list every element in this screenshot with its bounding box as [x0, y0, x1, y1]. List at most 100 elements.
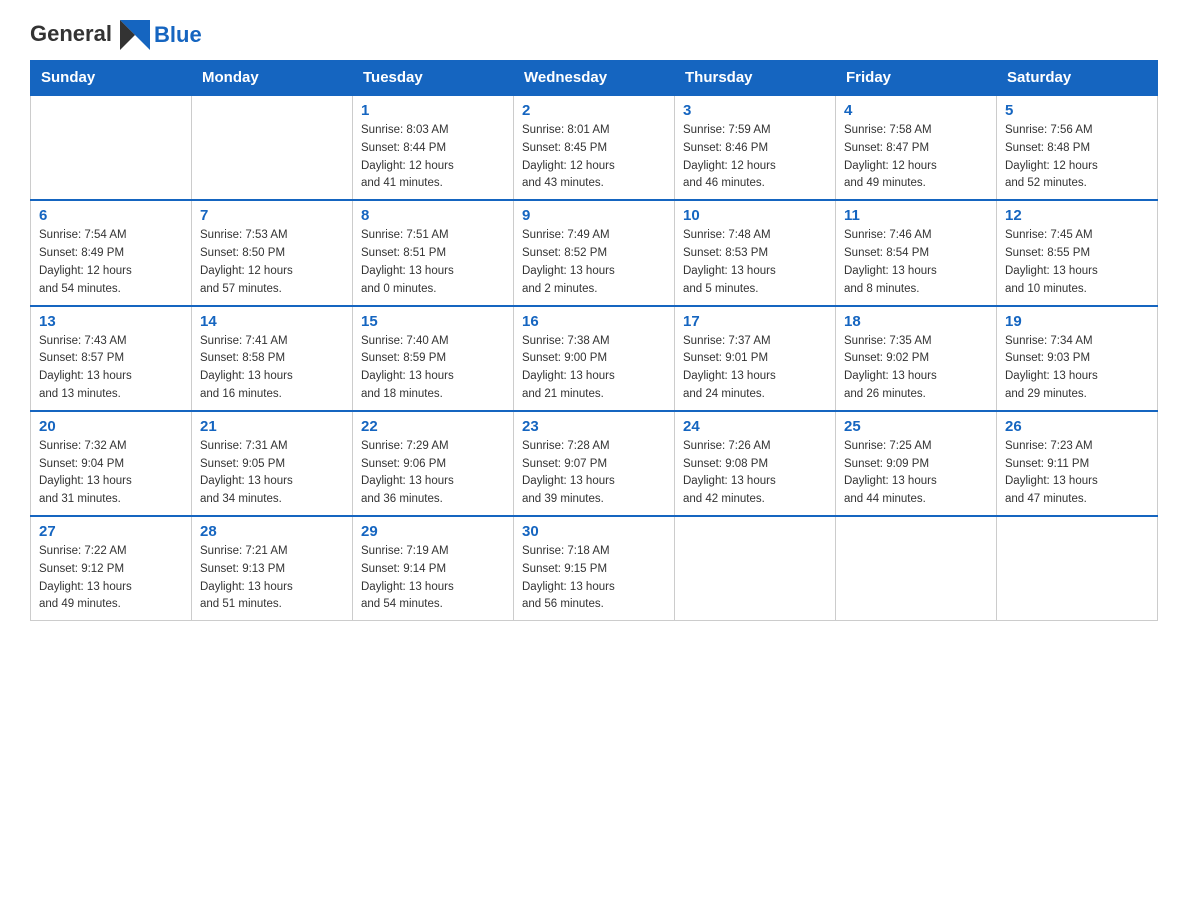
day-info: Sunrise: 7:22 AM Sunset: 9:12 PM Dayligh…	[39, 543, 183, 614]
day-number: 23	[522, 418, 666, 435]
day-number: 26	[1005, 418, 1149, 435]
weekday-header-saturday: Saturday	[997, 61, 1158, 96]
day-number: 16	[522, 313, 666, 330]
day-number: 12	[1005, 207, 1149, 224]
calendar-cell: 24 Sunrise: 7:26 AM Sunset: 9:08 PM Dayli…	[675, 411, 836, 516]
day-info: Sunrise: 7:26 AM Sunset: 9:08 PM Dayligh…	[683, 438, 827, 509]
day-info: Sunrise: 7:56 AM Sunset: 8:48 PM Dayligh…	[1005, 122, 1149, 193]
day-info: Sunrise: 7:46 AM Sunset: 8:54 PM Dayligh…	[844, 227, 988, 298]
calendar-cell: 5 Sunrise: 7:56 AM Sunset: 8:48 PM Daylig…	[997, 95, 1158, 200]
day-info: Sunrise: 7:21 AM Sunset: 9:13 PM Dayligh…	[200, 543, 344, 614]
week-row-5: 27 Sunrise: 7:22 AM Sunset: 9:12 PM Dayli…	[31, 516, 1158, 621]
day-number: 28	[200, 523, 344, 540]
day-info: Sunrise: 7:23 AM Sunset: 9:11 PM Dayligh…	[1005, 438, 1149, 509]
calendar-cell: 22Sunrise: 7:29 AM Sunset: 9:06 PM Dayli…	[353, 411, 514, 516]
calendar-cell: 20 Sunrise: 7:32 AM Sunset: 9:04 PM Dayli…	[31, 411, 192, 516]
calendar-cell: 18 Sunrise: 7:35 AM Sunset: 9:02 PM Dayli…	[836, 306, 997, 411]
calendar-cell	[836, 516, 997, 621]
day-info: Sunrise: 7:28 AM Sunset: 9:07 PM Dayligh…	[522, 438, 666, 509]
day-info: Sunrise: 7:31 AM Sunset: 9:05 PM Dayligh…	[200, 438, 344, 509]
day-info: Sunrise: 7:58 AM Sunset: 8:47 PM Dayligh…	[844, 122, 988, 193]
day-number: 3	[683, 102, 827, 119]
day-number: 9	[522, 207, 666, 224]
calendar-cell: 21Sunrise: 7:31 AM Sunset: 9:05 PM Dayli…	[192, 411, 353, 516]
day-number: 4	[844, 102, 988, 119]
day-number: 2	[522, 102, 666, 119]
day-number: 27	[39, 523, 183, 540]
day-number: 20	[39, 418, 183, 435]
week-row-3: 13Sunrise: 7:43 AM Sunset: 8:57 PM Dayli…	[31, 306, 1158, 411]
day-number: 6	[39, 207, 183, 224]
calendar-table: SundayMondayTuesdayWednesdayThursdayFrid…	[30, 60, 1158, 621]
day-info: Sunrise: 7:40 AM Sunset: 8:59 PM Dayligh…	[361, 333, 505, 404]
calendar-cell	[192, 95, 353, 200]
week-row-1: 1Sunrise: 8:03 AM Sunset: 8:44 PM Daylig…	[31, 95, 1158, 200]
calendar-cell: 14Sunrise: 7:41 AM Sunset: 8:58 PM Dayli…	[192, 306, 353, 411]
calendar-cell	[31, 95, 192, 200]
calendar-cell: 6Sunrise: 7:54 AM Sunset: 8:49 PM Daylig…	[31, 200, 192, 305]
week-row-4: 20 Sunrise: 7:32 AM Sunset: 9:04 PM Dayli…	[31, 411, 1158, 516]
day-number: 29	[361, 523, 505, 540]
day-number: 24	[683, 418, 827, 435]
day-info: Sunrise: 7:35 AM Sunset: 9:02 PM Dayligh…	[844, 333, 988, 404]
day-info: Sunrise: 7:32 AM Sunset: 9:04 PM Dayligh…	[39, 438, 183, 509]
day-number: 5	[1005, 102, 1149, 119]
day-number: 15	[361, 313, 505, 330]
day-number: 7	[200, 207, 344, 224]
calendar-cell	[675, 516, 836, 621]
page-header: General Blue	[30, 20, 1158, 50]
day-info: Sunrise: 7:34 AM Sunset: 9:03 PM Dayligh…	[1005, 333, 1149, 404]
calendar-cell: 16 Sunrise: 7:38 AM Sunset: 9:00 PM Dayli…	[514, 306, 675, 411]
weekday-header-wednesday: Wednesday	[514, 61, 675, 96]
day-number: 10	[683, 207, 827, 224]
day-info: Sunrise: 7:51 AM Sunset: 8:51 PM Dayligh…	[361, 227, 505, 298]
logo-text-general: General	[30, 20, 154, 50]
day-number: 13	[39, 313, 183, 330]
calendar-cell: 12 Sunrise: 7:45 AM Sunset: 8:55 PM Dayli…	[997, 200, 1158, 305]
calendar-cell: 30Sunrise: 7:18 AM Sunset: 9:15 PM Dayli…	[514, 516, 675, 621]
calendar-cell: 7 Sunrise: 7:53 AM Sunset: 8:50 PM Daylig…	[192, 200, 353, 305]
day-info: Sunrise: 7:19 AM Sunset: 9:14 PM Dayligh…	[361, 543, 505, 614]
day-number: 25	[844, 418, 988, 435]
logo: General Blue	[30, 20, 202, 50]
day-number: 22	[361, 418, 505, 435]
calendar-cell: 28 Sunrise: 7:21 AM Sunset: 9:13 PM Dayli…	[192, 516, 353, 621]
calendar-cell: 4 Sunrise: 7:58 AM Sunset: 8:47 PM Daylig…	[836, 95, 997, 200]
calendar-cell: 19 Sunrise: 7:34 AM Sunset: 9:03 PM Dayli…	[997, 306, 1158, 411]
weekday-header-tuesday: Tuesday	[353, 61, 514, 96]
day-number: 8	[361, 207, 505, 224]
day-info: Sunrise: 7:45 AM Sunset: 8:55 PM Dayligh…	[1005, 227, 1149, 298]
calendar-cell: 26 Sunrise: 7:23 AM Sunset: 9:11 PM Dayli…	[997, 411, 1158, 516]
logo-text-blue: Blue	[154, 22, 202, 48]
calendar-cell	[997, 516, 1158, 621]
day-info: Sunrise: 8:03 AM Sunset: 8:44 PM Dayligh…	[361, 122, 505, 193]
calendar-cell: 11Sunrise: 7:46 AM Sunset: 8:54 PM Dayli…	[836, 200, 997, 305]
day-info: Sunrise: 7:38 AM Sunset: 9:00 PM Dayligh…	[522, 333, 666, 404]
calendar-cell: 27 Sunrise: 7:22 AM Sunset: 9:12 PM Dayli…	[31, 516, 192, 621]
calendar-cell: 23 Sunrise: 7:28 AM Sunset: 9:07 PM Dayli…	[514, 411, 675, 516]
day-info: Sunrise: 7:25 AM Sunset: 9:09 PM Dayligh…	[844, 438, 988, 509]
day-number: 14	[200, 313, 344, 330]
weekday-header-monday: Monday	[192, 61, 353, 96]
day-info: Sunrise: 7:53 AM Sunset: 8:50 PM Dayligh…	[200, 227, 344, 298]
calendar-cell: 2 Sunrise: 8:01 AM Sunset: 8:45 PM Daylig…	[514, 95, 675, 200]
calendar-cell: 15 Sunrise: 7:40 AM Sunset: 8:59 PM Dayli…	[353, 306, 514, 411]
day-info: Sunrise: 7:48 AM Sunset: 8:53 PM Dayligh…	[683, 227, 827, 298]
calendar-cell: 9 Sunrise: 7:49 AM Sunset: 8:52 PM Daylig…	[514, 200, 675, 305]
weekday-header-friday: Friday	[836, 61, 997, 96]
calendar-cell: 13Sunrise: 7:43 AM Sunset: 8:57 PM Dayli…	[31, 306, 192, 411]
day-info: Sunrise: 7:37 AM Sunset: 9:01 PM Dayligh…	[683, 333, 827, 404]
day-info: Sunrise: 8:01 AM Sunset: 8:45 PM Dayligh…	[522, 122, 666, 193]
calendar-cell: 17 Sunrise: 7:37 AM Sunset: 9:01 PM Dayli…	[675, 306, 836, 411]
day-number: 18	[844, 313, 988, 330]
day-number: 17	[683, 313, 827, 330]
day-info: Sunrise: 7:49 AM Sunset: 8:52 PM Dayligh…	[522, 227, 666, 298]
weekday-header-thursday: Thursday	[675, 61, 836, 96]
day-number: 19	[1005, 313, 1149, 330]
weekday-header-sunday: Sunday	[31, 61, 192, 96]
day-number: 30	[522, 523, 666, 540]
calendar-cell: 1Sunrise: 8:03 AM Sunset: 8:44 PM Daylig…	[353, 95, 514, 200]
week-row-2: 6Sunrise: 7:54 AM Sunset: 8:49 PM Daylig…	[31, 200, 1158, 305]
calendar-cell: 25 Sunrise: 7:25 AM Sunset: 9:09 PM Dayli…	[836, 411, 997, 516]
day-info: Sunrise: 7:59 AM Sunset: 8:46 PM Dayligh…	[683, 122, 827, 193]
